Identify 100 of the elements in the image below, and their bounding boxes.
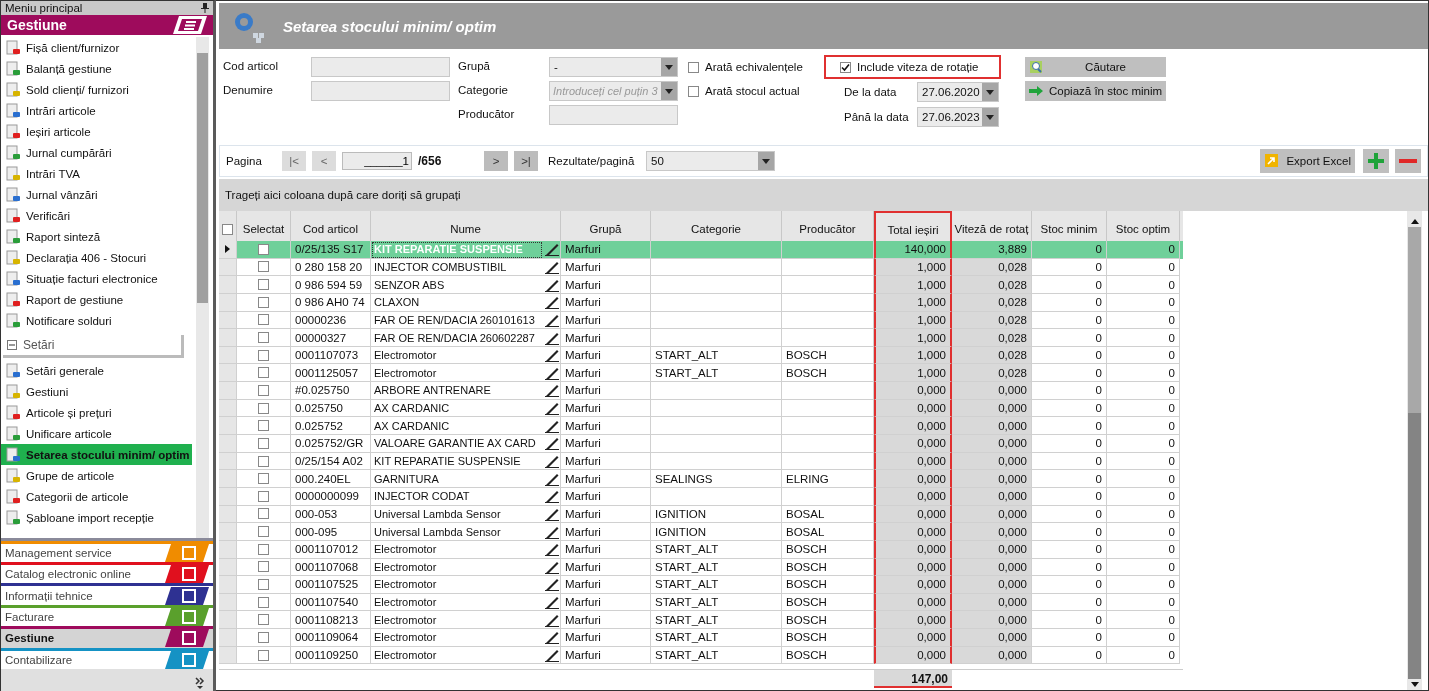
- menu-item[interactable]: Declarația 406 - Stocuri: [1, 247, 196, 268]
- menu-item[interactable]: Intrări TVA: [1, 163, 196, 184]
- edit-button[interactable]: [543, 646, 561, 665]
- page-field[interactable]: ______1: [342, 152, 412, 170]
- category-dropdown[interactable]: Introduceți cel puțin 3: [549, 81, 678, 101]
- row-checkbox[interactable]: [258, 296, 269, 308]
- checkbox-option[interactable]: Arată stocul actual: [688, 81, 818, 101]
- menu-item[interactable]: Ieșiri articole: [1, 121, 196, 142]
- table-row[interactable]: 000.240EL GARNITURA Marfuri SEALINGS ELRING 0,000 0,000 0 0: [219, 470, 1183, 488]
- menu-item[interactable]: Gestiuni: [1, 381, 196, 402]
- module-item[interactable]: Management service: [1, 540, 213, 563]
- menu-item[interactable]: Setarea stocului minim/ optim: [1, 444, 192, 465]
- menu-item[interactable]: Intrări articole: [1, 100, 196, 121]
- page-nav-button[interactable]: >: [484, 151, 508, 171]
- table-row[interactable]: 000-095 Universal Lambda Sensor Marfuri IGNITION BOSAL 0,000 0,000 0 0: [219, 523, 1183, 541]
- table-row[interactable]: #0.025750 ARBORE ANTRENARE Marfuri 0,000 0,000 0 0: [219, 382, 1183, 400]
- row-checkbox[interactable]: [258, 314, 269, 326]
- row-checkbox[interactable]: [258, 367, 269, 379]
- page-size-dropdown[interactable]: 50: [646, 151, 775, 171]
- date-picker[interactable]: 27.06.2020: [917, 82, 999, 102]
- menu-item[interactable]: Jurnal vânzări: [1, 184, 196, 205]
- edit-button[interactable]: [543, 470, 561, 488]
- menu-item[interactable]: Fișă client/furnizor: [1, 37, 196, 58]
- export-button[interactable]: Export Excel: [1260, 149, 1355, 173]
- select-all-checkbox[interactable]: [222, 223, 233, 235]
- table-row[interactable]: 0001107525 Electromotor Marfuri START_ALT BOSCH 0,000 0,000 0 0: [219, 576, 1183, 594]
- code-field[interactable]: [311, 57, 450, 77]
- table-row[interactable]: 0001108213 Electromotor Marfuri START_ALT BOSCH 0,000 0,000 0 0: [219, 611, 1183, 630]
- menu-item[interactable]: Raport sinteză: [1, 226, 196, 247]
- menu-item[interactable]: Situație facturi electronice: [1, 268, 196, 289]
- row-checkbox[interactable]: [258, 490, 269, 502]
- edit-button[interactable]: [543, 329, 561, 347]
- edit-button[interactable]: [543, 382, 561, 400]
- edit-button[interactable]: [543, 276, 561, 294]
- row-checkbox[interactable]: [258, 561, 269, 573]
- table-row[interactable]: 0.025752 AX CARDANIC Marfuri 0,000 0,000 0 0: [219, 417, 1183, 436]
- module-item[interactable]: Catalog electronic online: [1, 562, 213, 584]
- module-item[interactable]: Gestiune: [1, 626, 213, 648]
- row-checkbox[interactable]: [258, 402, 269, 414]
- group-dropdown[interactable]: -: [549, 57, 678, 77]
- page-nav-button[interactable]: >|: [514, 151, 538, 171]
- search-button[interactable]: Căutare: [1025, 57, 1167, 77]
- scrollbar[interactable]: [1407, 211, 1422, 690]
- group-header[interactable]: Gestiune: [1, 15, 213, 37]
- copy-button[interactable]: Copiază în stoc minim: [1025, 81, 1167, 101]
- module-item[interactable]: Contabilizare: [1, 647, 213, 669]
- row-checkbox[interactable]: [258, 384, 269, 396]
- checkbox-option[interactable]: Arată echivalențele: [688, 57, 818, 77]
- menu-item[interactable]: Șabloane import recepție: [1, 507, 196, 528]
- edit-button[interactable]: [543, 576, 561, 594]
- edit-button[interactable]: [543, 523, 561, 541]
- remove-button[interactable]: [1395, 149, 1421, 173]
- edit-button[interactable]: [543, 540, 561, 559]
- row-checkbox[interactable]: [258, 579, 269, 590]
- table-row[interactable]: 0/25/135 S17 KIT REPARATIE SUSPENSIE Marfuri 140,000 3,889 0 0: [219, 241, 1183, 259]
- menu-item[interactable]: Unificare articole: [1, 423, 196, 444]
- row-checkbox[interactable]: [258, 420, 269, 432]
- module-item[interactable]: Informații tehnice: [1, 583, 213, 605]
- menu-item[interactable]: Notificare solduri: [1, 310, 196, 331]
- section-header[interactable]: Setări: [3, 335, 184, 358]
- date-picker[interactable]: 27.06.2023: [917, 107, 999, 127]
- menu-item[interactable]: Sold clienți/ furnizori: [1, 79, 196, 100]
- edit-button[interactable]: [543, 629, 561, 647]
- module-item[interactable]: Facturare: [1, 604, 213, 627]
- row-checkbox[interactable]: [258, 261, 269, 273]
- producer-field[interactable]: [549, 105, 678, 125]
- edit-button[interactable]: [543, 293, 561, 312]
- edit-button[interactable]: [543, 487, 561, 506]
- scroll-down-icon[interactable]: [1410, 682, 1419, 687]
- name-field[interactable]: [311, 81, 450, 101]
- menu-item[interactable]: Balanță gestiune: [1, 58, 196, 79]
- add-button[interactable]: [1363, 149, 1389, 173]
- row-checkbox[interactable]: [258, 455, 269, 467]
- row-checkbox[interactable]: [258, 243, 269, 255]
- menu-item[interactable]: Categorii de articole: [1, 486, 196, 507]
- row-checkbox[interactable]: [258, 649, 269, 661]
- menu-item[interactable]: Articole și prețuri: [1, 402, 196, 423]
- scroll-up-icon[interactable]: [1410, 219, 1419, 224]
- row-checkbox[interactable]: [258, 596, 269, 608]
- row-checkbox[interactable]: [258, 279, 269, 291]
- table-row[interactable]: 0001125057 Electromotor Marfuri START_ALT BOSCH 1,000 0,028 0 0: [219, 364, 1183, 383]
- row-checkbox[interactable]: [258, 437, 269, 449]
- pin-icon[interactable]: [201, 3, 209, 13]
- menu-item[interactable]: Verificări: [1, 205, 196, 226]
- table-row[interactable]: 0.025752/GR VALOARE GARANTIE AX CARD Marfuri 0,000 0,000 0 0: [219, 435, 1183, 453]
- menu-item[interactable]: Raport de gestiune: [1, 289, 196, 310]
- table-row[interactable]: 00000327 FAR OE REN/DACIA 260602287 Marfuri 1,000 0,028 0 0: [219, 329, 1183, 347]
- row-checkbox[interactable]: [258, 473, 269, 485]
- row-checkbox[interactable]: [258, 614, 269, 626]
- row-checkbox[interactable]: [258, 508, 269, 520]
- row-checkbox[interactable]: [258, 631, 269, 643]
- chevron-icon[interactable]: [195, 677, 205, 689]
- edit-button[interactable]: [543, 241, 561, 259]
- row-checkbox[interactable]: [258, 526, 269, 538]
- scrollbar[interactable]: [196, 37, 209, 538]
- row-checkbox[interactable]: [258, 349, 269, 361]
- table-row[interactable]: 0001109064 Electromotor Marfuri START_ALT BOSCH 0,000 0,000 0 0: [219, 629, 1183, 647]
- menu-item[interactable]: Jurnal cumpărări: [1, 142, 196, 163]
- table-row[interactable]: 0 986 594 59 SENZOR ABS Marfuri 1,000 0,028 0 0: [219, 276, 1183, 294]
- edit-button[interactable]: [543, 435, 561, 453]
